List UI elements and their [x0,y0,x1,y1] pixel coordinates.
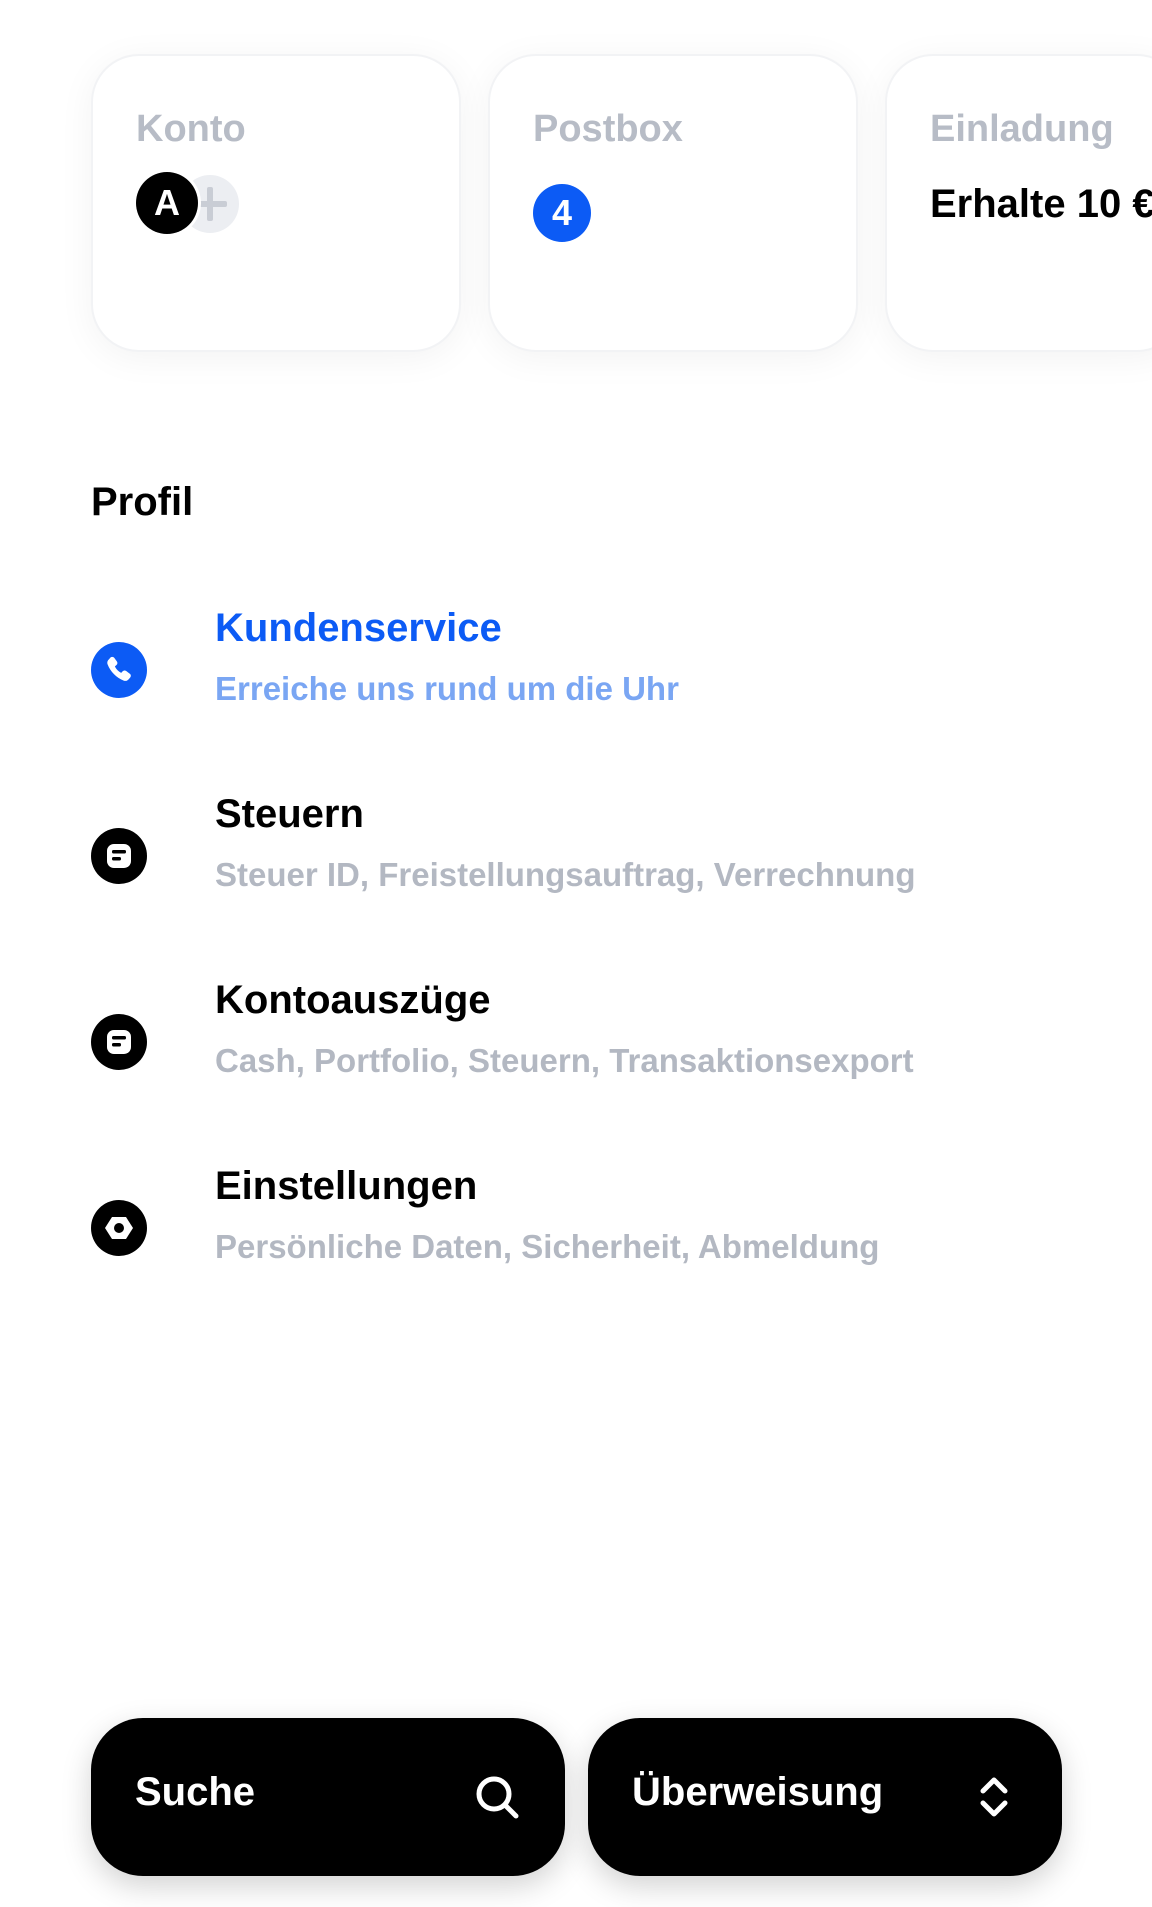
menu-item-label: Kontoauszüge [215,978,491,1022]
chevron-up-down-icon [970,1773,1018,1821]
konto-card-title: Konto [136,108,246,150]
menu-item-label: Steuern [215,792,364,836]
menu-item-label: Einstellungen [215,1164,478,1208]
transfer-button[interactable]: Überweisung [588,1718,1062,1876]
postbox-card-title: Postbox [533,108,683,150]
menu-item-taxes[interactable]: Steuern Steuer ID, Freistellungsauftrag,… [91,792,1091,922]
unread-count-badge: 4 [533,184,591,242]
menu-item-customer-service[interactable]: Kundenservice Erreiche uns rund um die U… [91,606,1091,736]
menu-item-subtitle: Steuer ID, Freistellungsauftrag, Verrech… [215,856,916,893]
menu-item-subtitle: Erreiche uns rund um die Uhr [215,670,679,707]
gear-icon [91,1200,147,1256]
menu-item-label: Kundenservice [215,606,502,650]
search-button[interactable]: Suche [91,1718,565,1876]
phone-icon [91,642,147,698]
postbox-card[interactable]: Postbox 4 [488,54,858,352]
menu-item-settings[interactable]: Einstellungen Persönliche Daten, Sicherh… [91,1164,1091,1294]
document-icon [91,828,147,884]
transfer-button-label: Überweisung [632,1770,884,1814]
invite-card[interactable]: Einladung Erhalte 10 € [885,54,1152,352]
section-title-profile: Profil [91,480,194,524]
menu-item-subtitle: Persönliche Daten, Sicherheit, Abmeldung [215,1228,880,1265]
search-icon [473,1773,521,1821]
invite-reward-text: Erhalte 10 € [930,182,1152,226]
search-button-label: Suche [135,1770,256,1814]
avatar[interactable]: A [136,172,198,234]
konto-card[interactable]: Konto A [91,54,461,352]
document-icon [91,1014,147,1070]
menu-item-subtitle: Cash, Portfolio, Steuern, Transaktionsex… [215,1042,914,1079]
menu-item-statements[interactable]: Kontoauszüge Cash, Portfolio, Steuern, T… [91,978,1091,1108]
invite-card-title: Einladung [930,108,1114,150]
